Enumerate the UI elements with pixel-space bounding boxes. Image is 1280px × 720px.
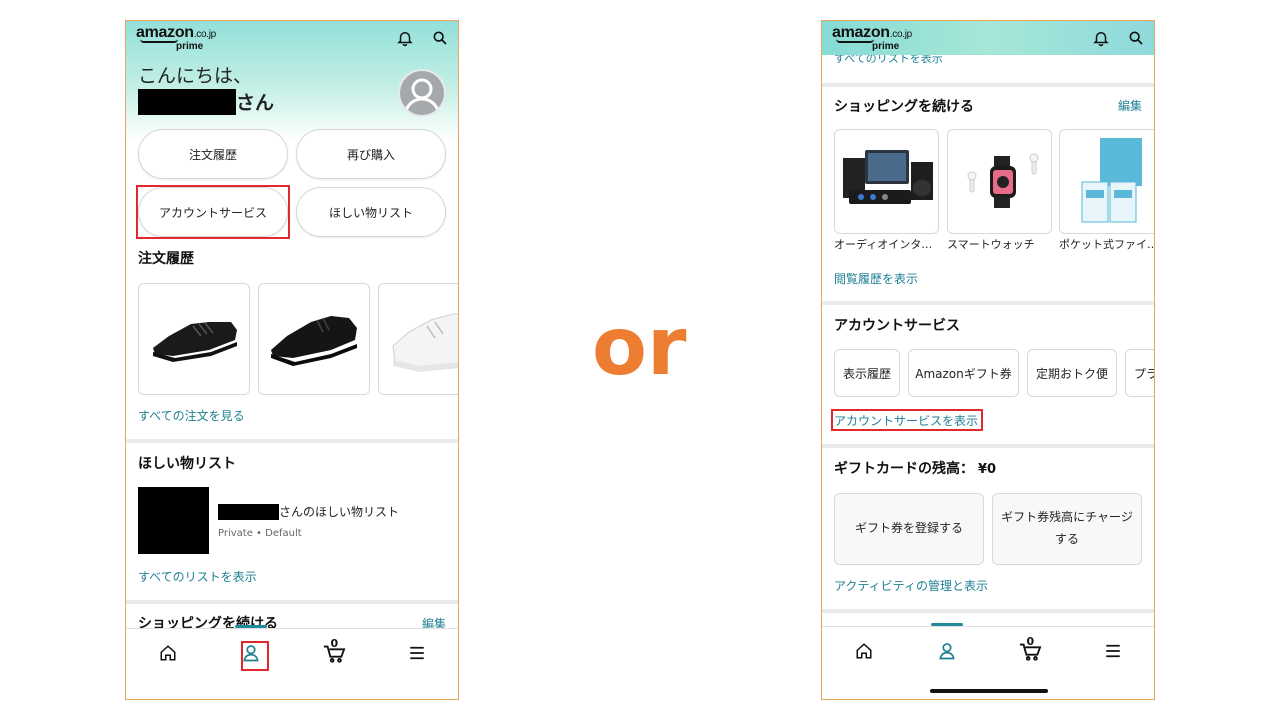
phone-screen-right: amazon.co.jp prime すべてのリストを表示 ショッピングを続ける… [821, 20, 1155, 700]
menu-icon [409, 646, 424, 659]
account-chip[interactable]: 表示履歴 [834, 349, 900, 397]
account-chip[interactable]: プラ [1125, 349, 1154, 397]
charge-gift-balance-button[interactable]: ギフト券残高にチャージする [992, 493, 1142, 565]
black-shoe-image [153, 322, 237, 362]
nav-home[interactable] [148, 633, 188, 673]
wishlist-name-row[interactable]: さんのほしい物リスト [218, 503, 399, 520]
greeting-text: こんにちは、 [138, 65, 253, 87]
nav-cart[interactable]: 0 [1010, 631, 1050, 671]
bottom-nav: 0 [126, 624, 458, 676]
name-suffix: さん [236, 92, 275, 114]
amazon-prime-logo[interactable]: amazon.co.jp prime [832, 24, 912, 52]
menu-icon [1105, 644, 1120, 657]
amazon-prime-logo[interactable]: amazon.co.jp prime [136, 24, 216, 52]
wishlist-meta: Private • Default [218, 528, 302, 539]
product-caption: ポケット式ファイ… [1059, 238, 1155, 251]
phone-screen-left: amazon.co.jp prime こんにちは、 さん 注文履歴 再び購入 ア… [125, 20, 459, 700]
continue-shopping-title: ショッピングを続ける [834, 99, 974, 115]
person-icon [938, 642, 955, 659]
audio-interface-image [843, 150, 933, 204]
highlight-box [831, 409, 983, 431]
cart-count: 0 [330, 636, 339, 650]
nav-home[interactable] [844, 631, 884, 671]
section-divider [126, 600, 458, 604]
smartwatch-image [967, 153, 1039, 208]
order-item-card[interactable] [138, 283, 250, 395]
edit-link[interactable]: 編集 [1118, 97, 1142, 114]
wishlist-name: さんのほしい物リスト [279, 505, 400, 519]
nav-menu[interactable] [1093, 631, 1133, 671]
product-card[interactable] [1059, 129, 1154, 234]
nav-account[interactable] [927, 622, 967, 671]
redacted-name [138, 88, 236, 115]
product-caption: スマートウォッチ [947, 238, 1035, 251]
wishlist-button[interactable]: ほしい物リスト [296, 187, 446, 237]
or-separator: or [592, 300, 687, 393]
highlight-box [240, 640, 269, 671]
section-divider [822, 83, 1154, 87]
order-history-button[interactable]: 注文履歴 [138, 129, 288, 179]
wishlist-thumbnail[interactable] [138, 487, 209, 554]
see-all-orders-link[interactable]: すべての注文を見る [138, 407, 245, 424]
see-all-lists-link[interactable]: すべてのリストを表示 [138, 568, 257, 585]
search-icon[interactable] [432, 30, 448, 46]
gift-card-balance: ¥0 [978, 462, 997, 477]
section-divider [126, 439, 458, 443]
search-icon[interactable] [1128, 30, 1144, 46]
nav-menu[interactable] [397, 633, 437, 673]
order-item-card[interactable] [258, 283, 370, 395]
active-indicator [930, 622, 963, 626]
highlight-box [136, 185, 290, 239]
wishlist-title: ほしい物リスト [138, 456, 236, 472]
section-divider [822, 301, 1154, 305]
nav-cart[interactable]: 0 [314, 633, 354, 673]
gift-card-title: ギフトカードの残高： [834, 461, 974, 477]
white-sneaker-image [392, 313, 458, 372]
section-divider [822, 444, 1154, 448]
bell-icon[interactable] [1092, 29, 1110, 47]
product-caption: オーディオインタ… [834, 238, 933, 251]
gift-card-balance-row: ギフトカードの残高： ¥0 [834, 458, 996, 478]
account-chip[interactable]: 定期おトク便 [1027, 349, 1117, 397]
order-item-card[interactable] [378, 283, 458, 395]
buy-again-button[interactable]: 再び購入 [296, 129, 446, 179]
nav-account[interactable] [231, 624, 271, 673]
bottom-nav: 0 [822, 622, 1154, 674]
product-card[interactable] [947, 129, 1052, 234]
order-history-title: 注文履歴 [138, 251, 194, 267]
account-services-title: アカウントサービス [834, 318, 960, 334]
section-divider [822, 609, 1154, 613]
product-card[interactable] [834, 129, 939, 234]
user-name-row: さん [138, 88, 274, 115]
top-bar: amazon.co.jp prime [822, 21, 1154, 55]
manage-activity-link[interactable]: アクティビティの管理と表示 [834, 577, 988, 594]
register-gift-card-button[interactable]: ギフト券を登録する [834, 493, 984, 565]
top-bar: amazon.co.jp prime [126, 21, 458, 55]
active-indicator [234, 624, 267, 628]
avatar[interactable] [398, 69, 446, 117]
redacted-name [218, 503, 279, 520]
pocket-file-image [1081, 138, 1142, 223]
cart-count: 0 [1026, 634, 1035, 648]
home-icon [160, 644, 175, 660]
see-history-link[interactable]: 閲覧履歴を表示 [834, 270, 918, 287]
account-chip[interactable]: Amazonギフト券 [908, 349, 1019, 397]
bell-icon[interactable] [396, 29, 414, 47]
home-indicator [930, 689, 1048, 693]
home-icon [856, 642, 871, 658]
black-dress-shoe-image [271, 316, 357, 366]
